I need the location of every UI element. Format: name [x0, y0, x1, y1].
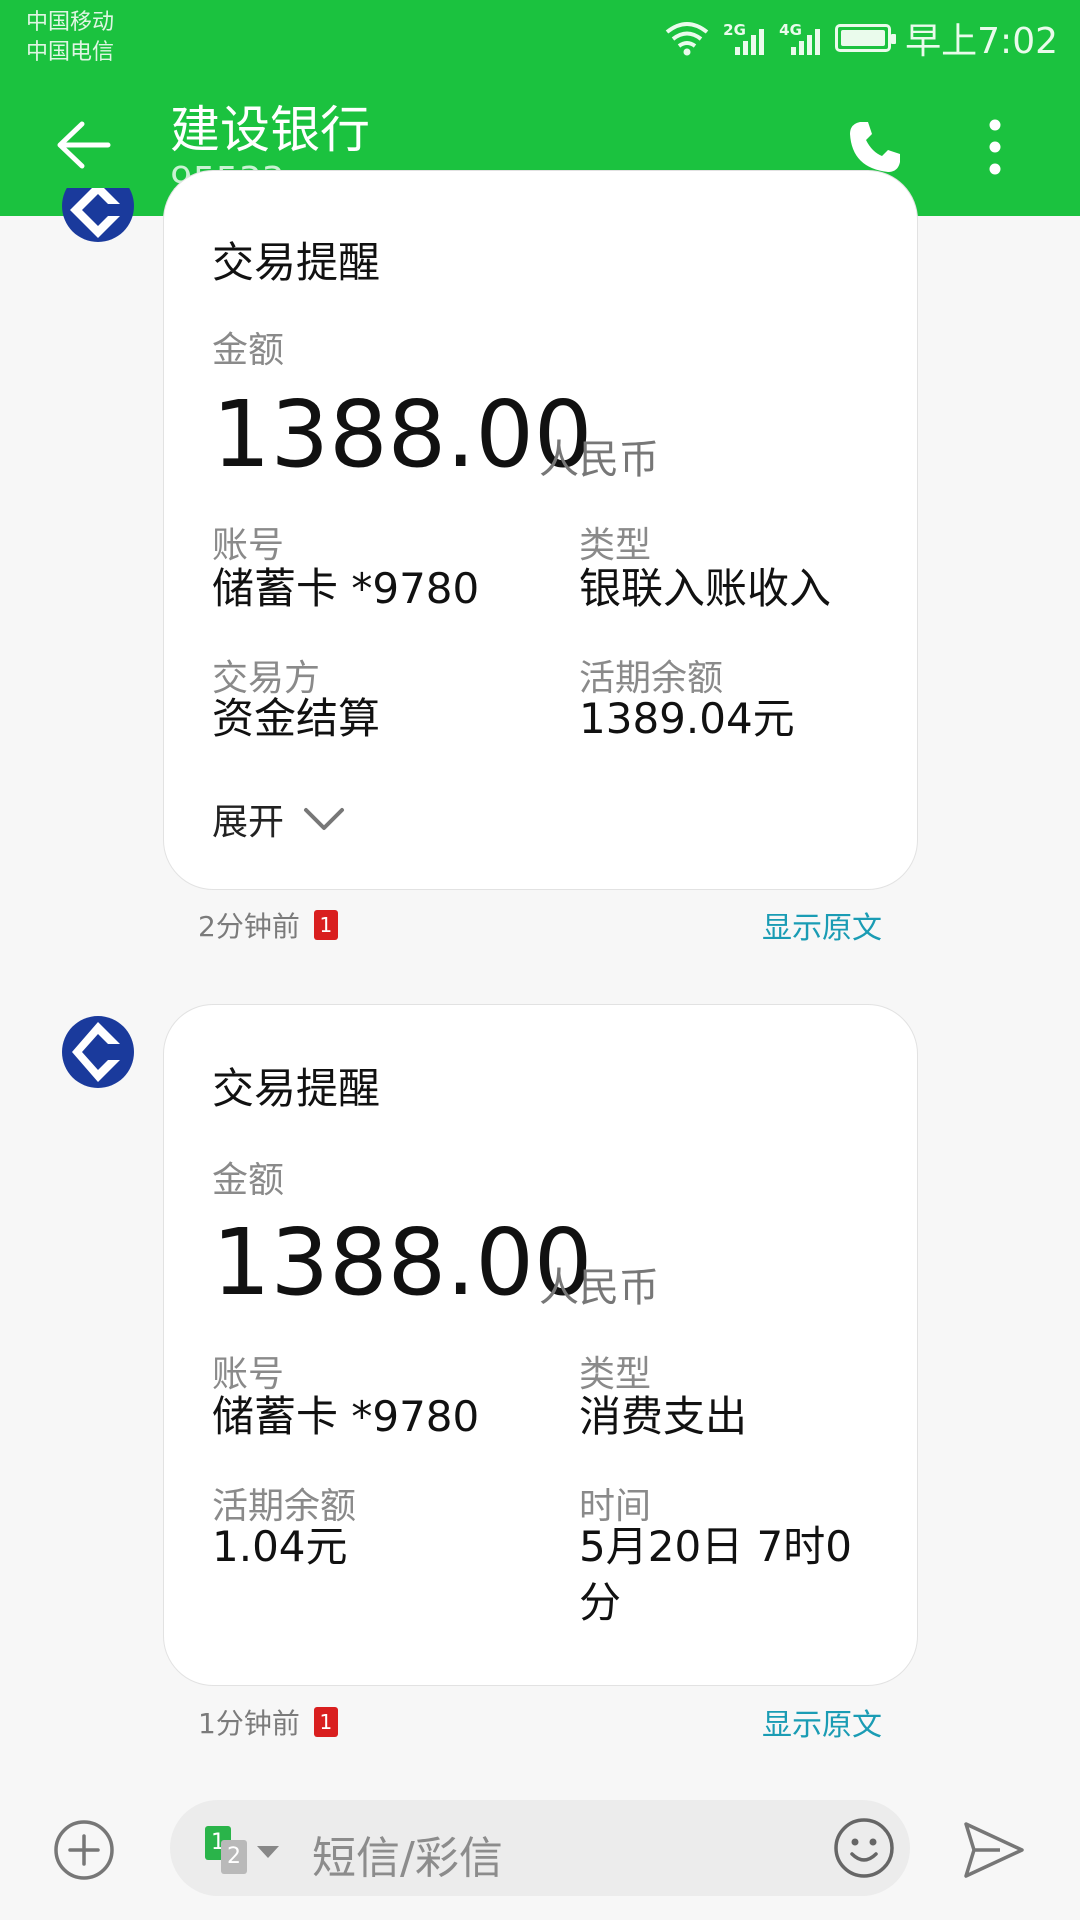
ccb-logo-icon [62, 188, 134, 242]
chevron-down-icon [304, 808, 345, 830]
message-meta-1: 2分钟前 1 [198, 905, 338, 945]
card-title: 交易提醒 [212, 1064, 381, 1113]
carrier-info: 中国移动 中国电信 [26, 8, 114, 68]
expand-button[interactable]: 展开 [212, 793, 346, 845]
show-original-link[interactable]: 显示原文 [762, 1700, 882, 1744]
status-bar-right: 2G 4G 早上7:02 [665, 14, 1058, 62]
signal-icon-1: 2G [723, 21, 765, 55]
currency-label: 人民币 [539, 437, 659, 483]
page-title: 建设银行 [170, 101, 370, 159]
field-value: 1389.04元 [579, 694, 795, 743]
field-value: 银联入账收入 [579, 564, 832, 613]
sim-badge: 1 [313, 910, 338, 940]
more-options-button[interactable] [960, 112, 1030, 182]
message-card-2[interactable]: 交易提醒 金额 1388.00 人民币 账号 储蓄卡 *9780 类型 消费支出… [163, 1004, 918, 1686]
more-vertical-icon [989, 119, 1001, 175]
phone-icon [850, 122, 900, 172]
field-value: 储蓄卡 *9780 [212, 564, 480, 613]
field-value: 资金结算 [212, 694, 381, 743]
sim-badge: 1 [313, 1707, 338, 1737]
message-placeholder: 短信/彩信 [312, 1833, 503, 1884]
carrier-1: 中国移动 [26, 10, 115, 35]
battery-icon [835, 24, 897, 52]
sim-selector[interactable]: 1 2 [205, 1826, 285, 1874]
show-original-link[interactable]: 显示原文 [762, 903, 882, 947]
caret-down-icon [257, 1846, 279, 1858]
field-value: 5月20日 7时0分 [579, 1522, 852, 1627]
field-value: 消费支出 [579, 1392, 748, 1441]
expand-label: 展开 [212, 802, 285, 843]
wifi-icon [665, 22, 709, 56]
card-title: 交易提醒 [212, 238, 381, 287]
smiley-icon[interactable] [832, 1816, 896, 1880]
message-card-1[interactable]: 交易提醒 金额 1388.00 人民币 账号 储蓄卡 *9780 类型 银联入账… [163, 170, 918, 890]
ccb-logo-avatar[interactable] [60, 188, 136, 258]
field-value: 1.04元 [212, 1522, 348, 1571]
arrow-left-icon [57, 121, 111, 169]
amount-value: 1388.00 [212, 381, 593, 488]
time-ago: 1分钟前 [198, 1707, 300, 1740]
field-value: 储蓄卡 *9780 [212, 1392, 480, 1441]
send-icon[interactable] [960, 1818, 1028, 1882]
currency-label: 人民币 [539, 1265, 659, 1311]
amount-label: 金额 [212, 330, 285, 371]
sim-secondary-badge: 2 [221, 1840, 247, 1874]
message-meta-2: 1分钟前 1 [198, 1702, 338, 1742]
status-time: 早上7:02 [905, 21, 1058, 62]
plus-circle-icon[interactable] [52, 1818, 116, 1882]
time-ago: 2分钟前 [198, 910, 300, 943]
carrier-2: 中国电信 [26, 40, 115, 65]
amount-label: 金额 [212, 1160, 285, 1201]
signal-icon-2: 4G [779, 21, 821, 55]
ccb-logo-icon [62, 1016, 134, 1088]
amount-value: 1388.00 [212, 1209, 593, 1316]
ccb-logo-avatar[interactable] [60, 1014, 136, 1090]
back-button[interactable] [48, 110, 118, 180]
